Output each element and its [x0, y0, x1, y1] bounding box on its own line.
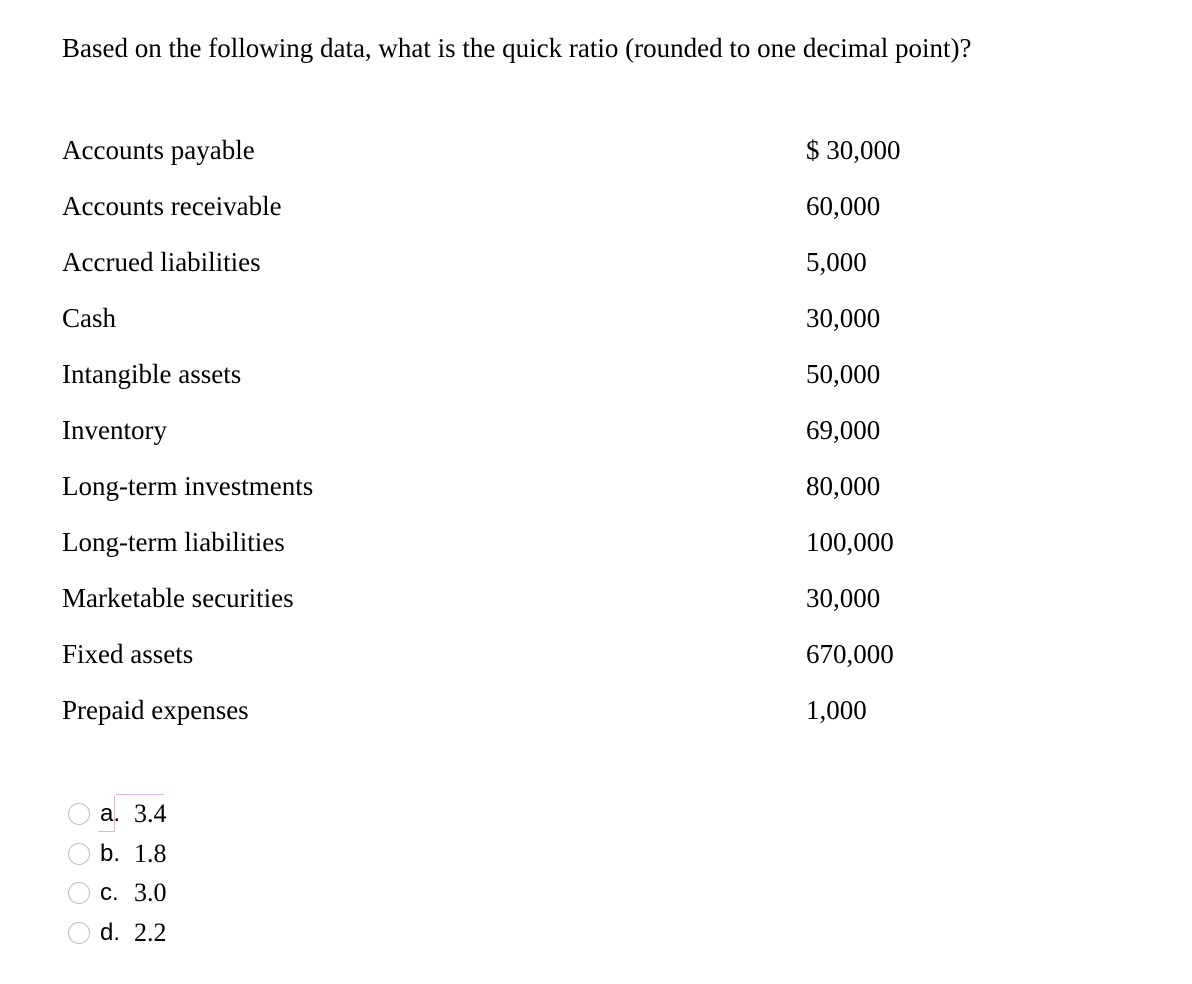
answer-option-a[interactable]: a. 3.4: [66, 796, 266, 832]
radio-button[interactable]: [68, 922, 90, 944]
item-label: Fixed assets: [62, 639, 194, 669]
data-row: Accrued liabilities 5,000: [62, 240, 962, 284]
option-value: 3.4: [134, 799, 167, 828]
data-row: Accounts receivable 60,000: [62, 184, 962, 228]
item-value: 1,000: [806, 695, 867, 725]
item-value: 60,000: [806, 191, 881, 221]
item-value: 80,000: [806, 471, 881, 501]
option-value: 2.2: [134, 918, 167, 947]
item-value: 670,000: [806, 639, 894, 669]
item-value: 69,000: [806, 415, 881, 445]
radio-button[interactable]: [68, 843, 90, 865]
option-letter: b.: [100, 840, 121, 867]
item-value: $ 30,000: [806, 135, 901, 165]
answer-option-d[interactable]: d. 2.2: [66, 915, 266, 951]
item-value: 100,000: [806, 527, 894, 557]
data-row: Inventory 69,000: [62, 408, 962, 452]
item-label: Accounts payable: [62, 135, 255, 165]
item-label: Accounts receivable: [62, 191, 282, 221]
option-value: 3.0: [134, 878, 167, 907]
option-letter: d.: [100, 919, 121, 946]
data-row: Long-term liabilities 100,000: [62, 520, 962, 564]
data-row: Accounts payable $ 30,000: [62, 128, 962, 172]
option-letter: a.: [100, 800, 121, 827]
answer-option-b[interactable]: b. 1.8: [66, 836, 266, 872]
answer-option-c[interactable]: c. 3.0: [66, 875, 266, 911]
data-row: Cash 30,000: [62, 296, 962, 340]
data-row: Marketable securities 30,000: [62, 576, 962, 620]
option-letter: c.: [100, 879, 119, 906]
item-label: Marketable securities: [62, 583, 294, 613]
item-label: Long-term investments: [62, 471, 314, 501]
item-label: Intangible assets: [62, 359, 242, 389]
item-value: 5,000: [806, 247, 867, 277]
item-label: Prepaid expenses: [62, 695, 249, 725]
data-row: Fixed assets 670,000: [62, 632, 962, 676]
data-row: Prepaid expenses 1,000: [62, 688, 962, 732]
focus-outline: [116, 794, 164, 795]
item-label: Long-term liabilities: [62, 527, 285, 557]
radio-button[interactable]: [68, 882, 90, 904]
question-text: Based on the following data, what is the…: [62, 33, 972, 63]
item-label: Accrued liabilities: [62, 247, 261, 277]
radio-button[interactable]: [68, 803, 90, 825]
item-value: 30,000: [806, 583, 881, 613]
item-label: Inventory: [62, 415, 167, 445]
data-row: Intangible assets 50,000: [62, 352, 962, 396]
item-value: 30,000: [806, 303, 881, 333]
item-value: 50,000: [806, 359, 881, 389]
option-value: 1.8: [134, 839, 167, 868]
data-row: Long-term investments 80,000: [62, 464, 962, 508]
item-label: Cash: [62, 303, 116, 333]
